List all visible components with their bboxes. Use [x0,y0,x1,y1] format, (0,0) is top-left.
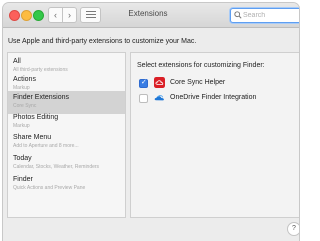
forward-button[interactable]: › [62,7,77,23]
sidebar-item-title: All [13,58,21,65]
extension-row-core-sync: ✓ Core Sync Helper [139,77,299,89]
sidebar-item-subtitle: Core Sync [13,103,37,109]
search-input[interactable] [243,9,298,22]
sidebar-item-title: Actions [13,76,36,83]
onedrive-checkbox[interactable] [139,94,148,103]
chevron-left-icon: ‹ [54,10,57,20]
close-window-button[interactable] [9,10,20,21]
sidebar-item-subtitle: Calendar, Stocks, Weather, Reminders [13,164,100,170]
onedrive-cloud-icon [154,95,164,101]
sidebar-item-subtitle: Quick Actions and Preview Pane [13,185,86,191]
title-bar: ‹ › Extensions [3,3,299,28]
preferences-window: ‹ › Extensions Use Apple and third-party… [3,3,299,241]
sidebar-item-title: Photos Editing [13,114,59,121]
intro-text: Use Apple and third-party extensions to … [8,38,197,45]
zoom-window-button[interactable] [33,10,44,21]
sidebar-item-title: Share Menu [13,134,52,141]
show-all-button[interactable] [80,7,101,23]
content-heading: Select extensions for customizing Finder… [137,62,265,69]
help-button[interactable]: ? [287,222,299,236]
sidebar-item-title: Finder [13,176,33,183]
extension-label: Core Sync Helper [170,79,226,86]
extension-row-onedrive: OneDrive Finder Integration [139,92,299,104]
chevron-right-icon: › [68,10,71,20]
window-title: Extensions [128,9,168,18]
show-all-grid-icon [85,11,96,18]
sidebar-item-share-menu[interactable]: Share Menu Add to Aperture and 8 more... [8,131,125,154]
core-sync-checkbox[interactable]: ✓ [139,79,148,88]
sidebar-item-subtitle: Add to Aperture and 8 more... [13,143,79,149]
sidebar-item-title: Today [13,155,32,162]
search-icon [234,11,242,19]
sidebar-item-title: Finder Extensions [13,94,70,101]
creative-cloud-icon [154,77,165,88]
extensions-sidebar: All All third-party extensions Actions M… [7,52,126,218]
extensions-detail-pane: Select extensions for customizing Finder… [130,52,299,218]
sidebar-item-subtitle: Markup [13,123,30,129]
extension-label: OneDrive Finder Integration [170,94,257,101]
back-button[interactable]: ‹ [48,7,63,23]
search-field[interactable] [230,8,299,23]
sidebar-item-finder[interactable]: Finder Quick Actions and Preview Pane [8,173,125,196]
minimize-window-button[interactable] [21,10,32,21]
checkmark-icon: ✓ [141,79,147,86]
sidebar-item-today[interactable]: Today Calendar, Stocks, Weather, Reminde… [8,152,125,175]
